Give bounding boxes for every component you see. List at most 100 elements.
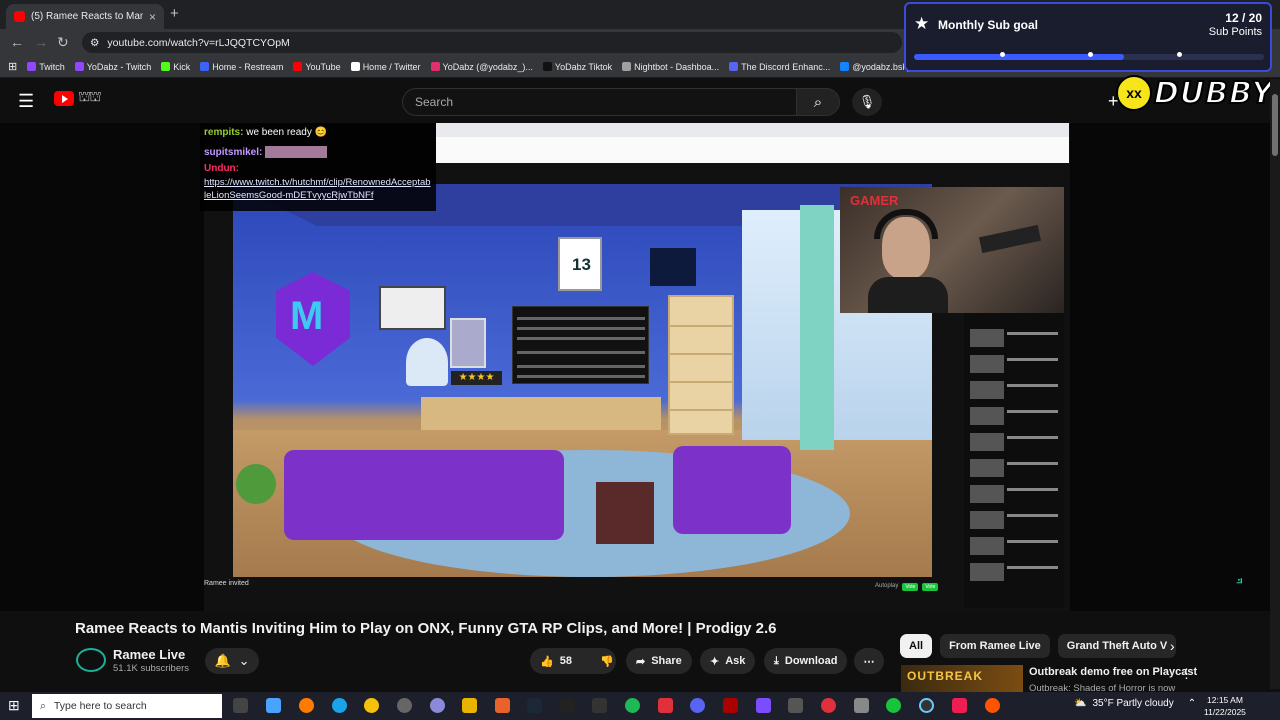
scrollbar-thumb[interactable] [1272,94,1278,156]
app-icon[interactable] [723,698,738,713]
app-icon[interactable] [985,698,1000,713]
url-text: youtube.com/watch?v=rLJQQTCYOpM [107,36,290,49]
download-icon: ⤓ [774,654,779,667]
chip-gta[interactable]: Grand Theft Auto V [1057,634,1177,658]
file-explorer-icon[interactable] [462,698,477,713]
bookmark-icon [74,62,84,71]
reload-icon[interactable]: ↻ [57,34,69,51]
search-input[interactable]: Search [402,88,796,116]
stream-caption: Ramee invited [204,580,249,587]
obs-icon[interactable] [397,698,412,713]
channel-watermark-icon[interactable]: ⟓ [1236,570,1243,587]
app-icon[interactable] [854,698,869,713]
windows-start-icon[interactable]: ⊞ [8,697,20,714]
youtube-logo-icon[interactable] [54,91,74,106]
ask-button[interactable]: ✦ Ask [700,648,756,674]
menu-icon[interactable]: ☰ [18,91,34,112]
copilot-icon[interactable] [266,698,281,713]
bookmark-label: Nightbot - Dashboa... [634,61,720,72]
steam-icon[interactable] [527,698,542,713]
bookmark-item[interactable]: Home / Twitter [350,62,421,72]
bookmark-item[interactable]: YoDabz Tiktok [542,61,613,72]
epic-games-icon[interactable] [560,698,575,713]
search-icon: ⌕ [813,93,823,111]
firefox-icon[interactable] [299,698,314,713]
bookmark-item[interactable]: Kick [161,62,190,72]
like-button[interactable]: 👍 58 [530,648,582,674]
uconn-banner-icon [650,248,696,286]
app-icon[interactable] [430,698,445,713]
cat-picture [450,318,486,368]
chevron-up-icon[interactable]: ⌃ [1188,698,1196,709]
taskbar-search-input[interactable]: ⌕ Type here to search [32,694,222,718]
discord-icon[interactable] [690,698,705,713]
bookmark-item[interactable]: Twitch [27,62,65,72]
tab-close-icon[interactable]: × [149,10,156,24]
chip-from-channel[interactable]: From Ramee Live [940,634,1050,658]
channel-name[interactable]: Ramee Live [113,647,185,662]
side-table [596,482,654,544]
kebab-menu-icon[interactable]: ⋮ [1180,666,1193,682]
app-icon[interactable] [495,698,510,713]
snow-globe [406,338,448,386]
apps-grid-icon[interactable]: ⊞ [8,60,17,73]
notification-bell-button[interactable]: 🔔 ⌄ [205,648,259,674]
download-button[interactable]: ⤓ Download [764,648,848,674]
chat-message: Undun: [204,162,432,176]
webcam-feed: GAMER [840,187,1064,313]
task-view-icon[interactable] [233,698,248,713]
more-actions-button[interactable]: ⋯ [854,648,884,674]
app-icon[interactable] [919,698,934,713]
bookmark-label: YouTube [305,61,341,72]
browser-tab[interactable]: (5) Ramee Reacts to Mantis Inv × [6,4,164,29]
new-tab-button[interactable]: + [170,5,179,22]
bookmark-item[interactable]: YoDabz (@yodabz_)... [430,61,533,72]
recommended-thumbnail[interactable]: OUTBREAK [901,665,1023,695]
channel-avatar[interactable] [76,648,106,672]
bookmark-icon [430,62,440,71]
share-button[interactable]: ➦ Share [626,648,692,674]
bookmark-label: YoDabz Tiktok [554,61,613,72]
dislike-button[interactable]: 👎 [594,648,620,674]
app-icon[interactable] [821,698,836,713]
app-icon[interactable] [658,698,673,713]
dubby-logo: xx DUBBY [1116,74,1274,112]
search-button[interactable]: ⌕ [796,88,840,116]
plant [236,464,276,504]
bookmark-item[interactable]: YouTube [293,61,341,72]
app-icon[interactable] [756,698,771,713]
dubby-face-icon: xx [1116,75,1152,111]
bookmark-icon [200,62,210,71]
edge-icon[interactable] [332,698,347,713]
taskbar-clock[interactable]: 12:15 AM 11/22/2025 [1204,694,1246,718]
chevron-right-icon[interactable]: › [1170,638,1175,654]
bookmark-item[interactable]: The Discord Enhanc... [729,62,830,72]
back-icon[interactable]: ← [10,34,24,50]
forward-icon[interactable]: → [34,34,48,50]
bookmark-label: YoDabz (@yodabz_)... [442,61,533,72]
bookmark-item[interactable]: Nightbot - Dashboa... [622,62,719,72]
bookmark-item[interactable]: Home - Restream [200,62,283,72]
windows-taskbar: ⊞ ⌕ Type here to search ⛅ 35°F Partly clo… [0,692,1280,720]
chip-all[interactable]: All [900,634,933,658]
chevron-down-icon: ⌄ [238,653,250,668]
goal-marker [1088,52,1093,57]
site-info-icon[interactable]: ⚙ [90,37,99,49]
bookmark-label: The Discord Enhanc... [741,61,831,72]
bookmark-item[interactable]: YoDabz - Twitch [74,62,151,72]
settings-icon[interactable] [788,698,803,713]
app-icon[interactable] [592,698,607,713]
app-icon[interactable] [886,698,901,713]
stream-chat-overlay: rempits: we been ready 😊 supitsmikel: Un… [200,123,436,211]
youtube-doodle-icon[interactable]: ⛫⛫ [78,88,114,108]
bookmark-icon [542,62,552,71]
recommended-title[interactable]: Outbreak demo free on Playcast [1029,666,1197,678]
scrollbar[interactable] [1270,79,1280,689]
url-bar[interactable]: ⚙ youtube.com/watch?v=rLJQQTCYOpM [82,32,902,53]
chat-message: supitsmikel: [204,146,432,160]
chrome-icon[interactable] [364,698,379,713]
spotify-icon[interactable] [625,698,640,713]
tiktok-icon[interactable] [952,698,967,713]
voice-search-button[interactable]: 🎙 [852,88,882,116]
weather-widget[interactable]: ⛅ 35°F Partly cloudy ⌃ [1074,698,1196,709]
